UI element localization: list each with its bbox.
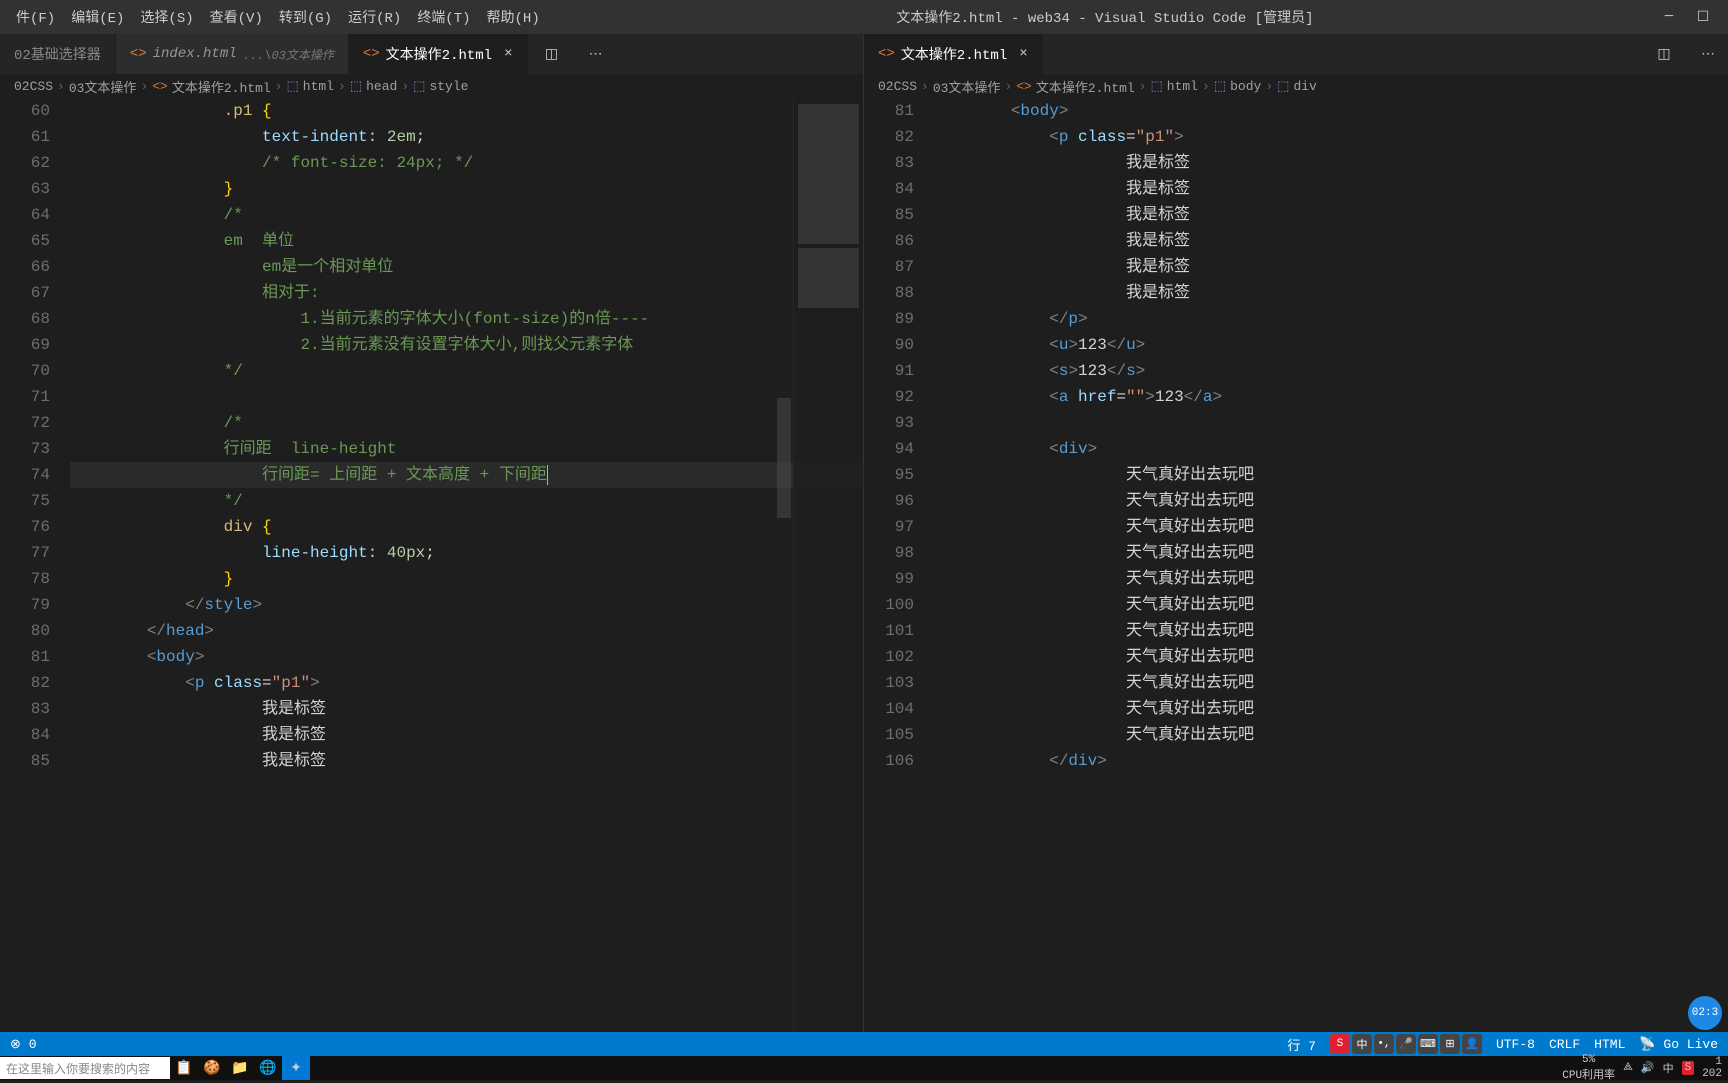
tab-bar-left: 02基础选择器 <> index.html ...\03文本操作 <> 文本操作… (0, 34, 863, 74)
menu-term[interactable]: 终端(T) (409, 7, 478, 27)
breadcrumb-right[interactable]: 02CSS› 03文本操作› <> 文本操作2.html› ⬚ html› ⬚ … (864, 74, 1728, 98)
close-icon[interactable]: × (1019, 46, 1027, 62)
tray-sogou-icon[interactable]: S (1682, 1061, 1695, 1075)
status-bar: ⊗ 0 行 7 S 中 •, 🎤 ⌨ ⊞ 👤 UTF-8 CRLF HTML 📡… (0, 1032, 1728, 1056)
ime-punct-icon[interactable]: •, (1374, 1034, 1394, 1054)
crumb[interactable]: div (1293, 79, 1316, 94)
html-file-icon: <> (363, 46, 380, 62)
crumb[interactable]: 文本操作2.html (1036, 77, 1135, 96)
editor-group: 02基础选择器 <> index.html ...\03文本操作 <> 文本操作… (0, 34, 1728, 1056)
window-title: 文本操作2.html - web34 - Visual Studio Code … (548, 7, 1662, 27)
tray-sound-icon[interactable]: 🔊 (1641, 1061, 1655, 1075)
minimize-icon[interactable]: ─ (1662, 9, 1676, 26)
task-app-icon[interactable]: 📋 (170, 1056, 198, 1080)
tab-label: 文本操作2.html (386, 44, 492, 64)
crumb[interactable]: 03文本操作 (933, 77, 1001, 96)
tray-ime-icon[interactable]: 中 (1663, 1060, 1674, 1076)
symbol-icon: ⬚ (1277, 79, 1289, 94)
symbol-icon: ⬚ (413, 79, 425, 94)
symbol-icon: ⬚ (1150, 79, 1162, 94)
crumb[interactable]: 02CSS (878, 79, 917, 94)
ime-cell[interactable]: 中 (1352, 1034, 1372, 1054)
crumb[interactable]: html (303, 79, 334, 94)
editor-pane-left: 02基础选择器 <> index.html ...\03文本操作 <> 文本操作… (0, 34, 864, 1056)
tab-index-html[interactable]: <> index.html ...\03文本操作 (116, 34, 349, 74)
symbol-icon: ⬚ (350, 79, 362, 94)
ime-mic-icon[interactable]: 🎤 (1396, 1034, 1416, 1054)
tab-label: 02基础选择器 (14, 44, 101, 64)
taskbar-search[interactable]: 在这里输入你要搜索的内容 (0, 1057, 170, 1079)
code-editor-right[interactable]: <body> <p class="p1"> 我是标签 我是标签 我是标签 我是标… (934, 98, 1728, 1056)
timer-badge[interactable]: 02:3 (1688, 996, 1722, 1030)
menu-help[interactable]: 帮助(H) (479, 7, 548, 27)
code-editor-left[interactable]: .p1 { text-indent: 2em; /* font-size: 24… (70, 98, 863, 1056)
html-file-icon: <> (130, 46, 147, 62)
ime-grid-icon[interactable]: ⊞ (1440, 1034, 1460, 1054)
menu-view[interactable]: 查看(V) (202, 7, 271, 27)
tab-bar-right: <> 文本操作2.html × ◫ ⋯ (864, 34, 1728, 74)
menu-file[interactable]: 件(F) (8, 7, 63, 27)
tab-text2-html-right[interactable]: <> 文本操作2.html × (864, 34, 1043, 74)
editor-pane-right: <> 文本操作2.html × ◫ ⋯ 02CSS› 03文本操作› <> 文本… (864, 34, 1728, 1056)
tray-clock[interactable]: 1 202 (1702, 1056, 1722, 1080)
html-file-icon: <> (152, 79, 168, 94)
tab-label: index.html (153, 46, 237, 62)
close-icon[interactable]: × (504, 46, 512, 62)
status-language[interactable]: HTML (1594, 1037, 1625, 1052)
status-errors[interactable]: ⊗ 0 (10, 1037, 37, 1052)
cpu-meter[interactable]: 5% CPU利用率 (1562, 1054, 1615, 1082)
tab-hint: ...\03文本操作 (243, 46, 334, 63)
more-icon[interactable]: ⋯ (1688, 34, 1728, 74)
tab-label: 文本操作2.html (901, 44, 1007, 64)
html-file-icon: <> (878, 46, 895, 62)
task-app-icon[interactable]: 🍪 (198, 1056, 226, 1080)
menu-goto[interactable]: 转到(G) (271, 7, 340, 27)
split-editor-icon[interactable]: ◫ (1640, 34, 1688, 74)
crumb[interactable]: style (429, 79, 468, 94)
html-file-icon: <> (1016, 79, 1032, 94)
task-vscode-icon[interactable]: ✦ (282, 1056, 310, 1080)
line-number-gutter: 6061626364656667686970717273747576777879… (0, 98, 70, 1056)
symbol-icon: ⬚ (1214, 79, 1226, 94)
status-eol[interactable]: CRLF (1549, 1037, 1580, 1052)
more-icon[interactable]: ⋯ (576, 34, 616, 74)
status-go-live[interactable]: 📡 Go Live (1639, 1037, 1718, 1052)
ime-logo-icon[interactable]: S (1330, 1034, 1350, 1054)
status-encoding[interactable]: UTF-8 (1496, 1037, 1535, 1052)
line-number-gutter: 8182838485868788899091929394959697989910… (864, 98, 934, 1056)
ime-keyboard-icon[interactable]: ⌨ (1418, 1034, 1438, 1054)
scrollbar-thumb[interactable] (777, 398, 791, 518)
task-explorer-icon[interactable]: 📁 (226, 1056, 254, 1080)
symbol-icon: ⬚ (286, 79, 298, 94)
tab-text2-html[interactable]: <> 文本操作2.html × (349, 34, 528, 74)
crumb[interactable]: head (366, 79, 397, 94)
menu-edit[interactable]: 编辑(E) (63, 7, 132, 27)
crumb[interactable]: body (1230, 79, 1261, 94)
breadcrumb-left[interactable]: 02CSS› 03文本操作› <> 文本操作2.html› ⬚ html› ⬚ … (0, 74, 863, 98)
minimap[interactable] (793, 98, 863, 1056)
split-editor-icon[interactable]: ◫ (528, 34, 576, 74)
tab-basic-selector[interactable]: 02基础选择器 (0, 34, 116, 74)
crumb[interactable]: html (1167, 79, 1198, 94)
menu-select[interactable]: 选择(S) (132, 7, 201, 27)
task-chrome-icon[interactable]: 🌐 (254, 1056, 282, 1080)
taskbar: 在这里输入你要搜索的内容 📋 🍪 📁 🌐 ✦ 5% CPU利用率 ⟁ 🔊 中 S… (0, 1056, 1728, 1080)
menu-run[interactable]: 运行(R) (340, 7, 409, 27)
maximize-icon[interactable]: ☐ (1696, 9, 1710, 26)
crumb[interactable]: 03文本操作 (69, 77, 137, 96)
status-cursor-pos[interactable]: 行 7 (1287, 1035, 1316, 1054)
crumb[interactable]: 文本操作2.html (172, 77, 271, 96)
ime-user-icon[interactable]: 👤 (1462, 1034, 1482, 1054)
crumb[interactable]: 02CSS (14, 79, 53, 94)
menu-bar: 件(F) 编辑(E) 选择(S) 查看(V) 转到(G) 运行(R) 终端(T)… (0, 0, 1728, 34)
tray-net-icon[interactable]: ⟁ (1623, 1062, 1633, 1074)
